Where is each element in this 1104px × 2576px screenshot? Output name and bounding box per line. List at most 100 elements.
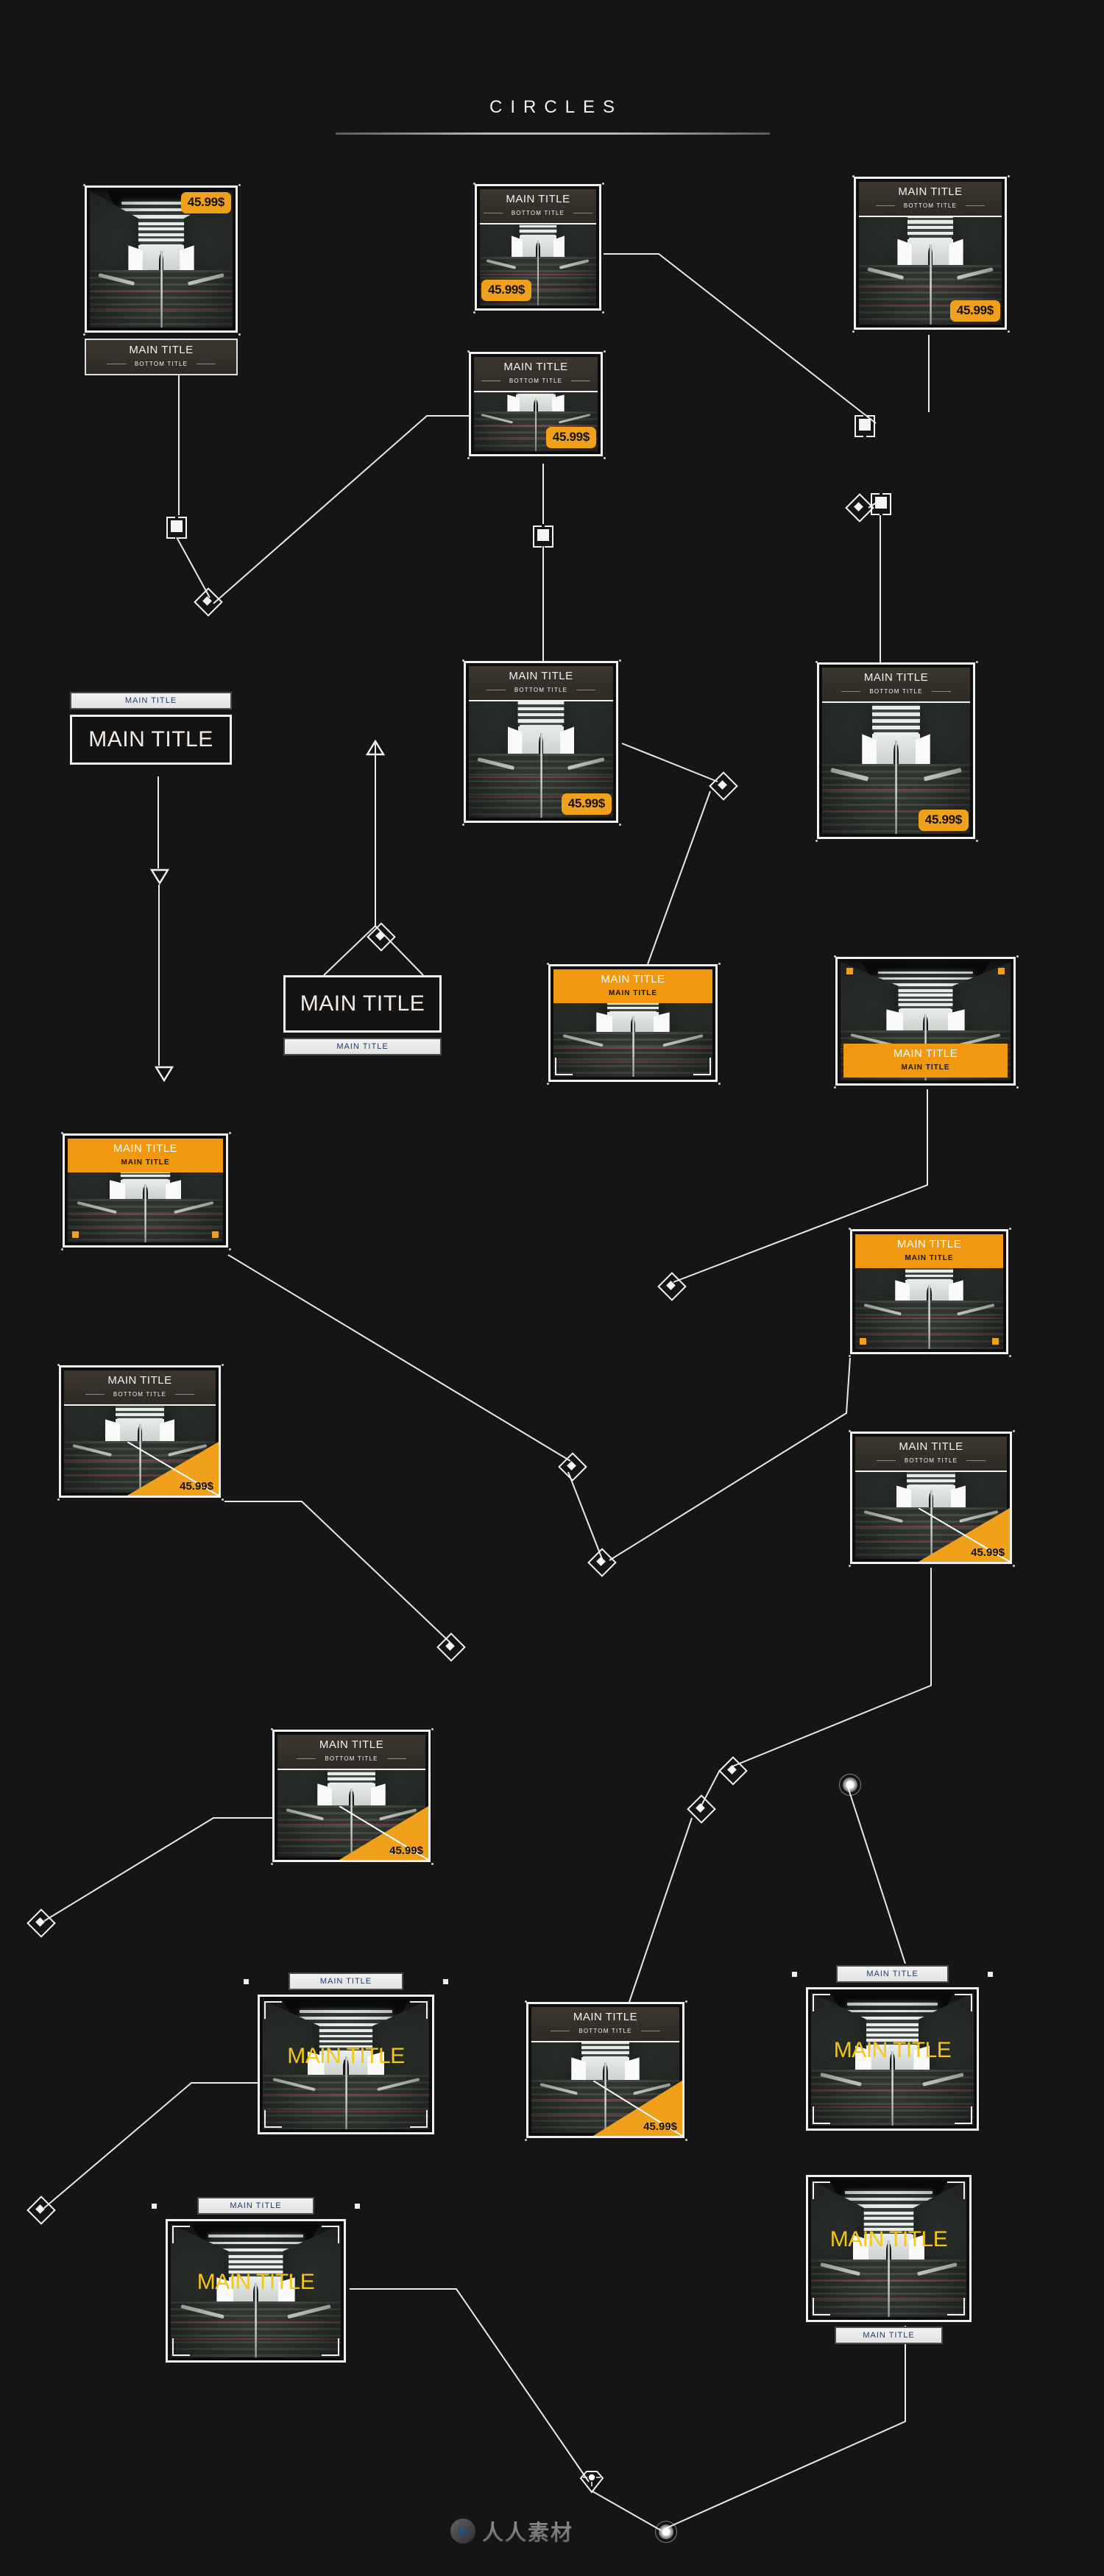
- card-c6[interactable]: MAIN TITLE BOTTOM TITLE 45.99$: [462, 659, 621, 826]
- card-c7[interactable]: MAIN TITLE MAIN TITLE: [70, 692, 232, 765]
- card-title-bar-orange: MAIN TITLE MAIN TITLE: [843, 1044, 1008, 1078]
- card-c12[interactable]: MAIN TITLE MAIN TITLE: [849, 1228, 1011, 1357]
- corner-bracket-icon: [955, 2106, 972, 2124]
- corner-bracket-icon: [264, 2110, 282, 2128]
- connector-node-square-icon[interactable]: [532, 524, 554, 548]
- watermark: M 人人素材: [450, 2516, 573, 2547]
- corner-bracket-icon: [947, 2182, 965, 2199]
- card-title-banner-white: MAIN TITLE: [70, 692, 232, 710]
- card-c14[interactable]: MAIN TITLE BOTTOM TITLE 45.99$: [849, 1430, 1015, 1567]
- connector-node-diamond-icon[interactable]: [709, 771, 738, 801]
- connector-node-square-icon[interactable]: [854, 414, 876, 437]
- corner-bracket-icon: [264, 2001, 282, 2019]
- connector-node-diamond-icon[interactable]: [26, 2195, 56, 2225]
- corner-marker: [212, 1231, 219, 1238]
- connector-node-gem-icon[interactable]: [578, 2469, 606, 2494]
- card-c8[interactable]: MAIN TITLE MAIN TITLE: [283, 975, 442, 1055]
- card-frame: MAIN TITLE MAIN TITLE: [547, 963, 721, 1085]
- card-c16[interactable]: MAIN TITLE MAIN TITLE: [244, 1972, 448, 2134]
- card-bottom-title: BOTTOM TITLE: [85, 1391, 195, 1398]
- price-badge: 45.99$: [918, 810, 969, 831]
- card-main-title: MAIN TITLE: [88, 727, 213, 751]
- connector-node-diamond-icon[interactable]: [26, 1908, 56, 1938]
- corner-marker: [244, 1979, 249, 1984]
- card-c17[interactable]: MAIN TITLE BOTTOM TITLE 45.99$: [525, 2000, 687, 2141]
- card-bottom-title: BOTTOM TITLE: [876, 1457, 986, 1464]
- connector-line: [647, 790, 711, 965]
- card-frame: MAIN TITLE BOTTOM TITLE 45.99$: [462, 659, 621, 826]
- card-main-title: MAIN TITLE: [113, 1142, 178, 1155]
- connector-node-diamond-icon[interactable]: [194, 587, 223, 617]
- card-title-bar: MAIN TITLE BOTTOM TITLE: [480, 189, 596, 224]
- price-diagonal-corner: 45.99$: [339, 1805, 428, 1860]
- card-c18[interactable]: MAIN TITLE MAIN TITLE: [792, 1965, 993, 2131]
- connector-node-tri-down-icon[interactable]: [154, 1066, 174, 1083]
- corner-bracket-icon: [410, 2110, 428, 2128]
- connector-node-tri-up-icon[interactable]: [365, 739, 386, 756]
- card-main-title: MAIN TITLE: [107, 1374, 172, 1387]
- card-frame: MAIN TITLE BOTTOM TITLE 45.99$: [849, 1430, 1015, 1567]
- card-frame: MAIN TITLE BOTTOM TITLE 45.99$: [815, 661, 978, 842]
- watermark-logo-icon: M: [450, 2519, 475, 2544]
- connector-line: [604, 253, 877, 424]
- card-frame: MAIN TITLE BOTTOM TITLE 45.99$: [525, 2000, 687, 2141]
- card-c5[interactable]: MAIN TITLE BOTTOM TITLE 45.99$: [815, 661, 978, 842]
- connector-node-diamond-icon[interactable]: [587, 1548, 617, 1577]
- card-main-title: MAIN TITLE: [509, 670, 573, 682]
- card-sub-title: MAIN TITLE: [121, 1158, 170, 1167]
- card-main-title: MAIN TITLE: [896, 1238, 962, 1250]
- card-c13[interactable]: MAIN TITLE BOTTOM TITLE 45.99$: [57, 1364, 224, 1501]
- card-frame: MAIN TITLE: [244, 1979, 448, 2134]
- card-title-banner-white: MAIN TITLE: [834, 2326, 944, 2344]
- card-main-title-overlay: MAIN TITLE: [197, 2270, 315, 2295]
- corner-bracket-icon: [813, 2298, 830, 2315]
- price-badge: 45.99$: [180, 1480, 213, 1493]
- card-frame: MAIN TITLE BOTTOM TITLE 45.99$: [852, 175, 1010, 333]
- card-c4[interactable]: MAIN TITLE BOTTOM TITLE 45.99$: [467, 350, 606, 459]
- connector-node-diamond-icon[interactable]: [558, 1452, 587, 1482]
- corner-bracket-icon: [693, 1058, 711, 1075]
- price-diagonal-corner: 45.99$: [918, 1507, 1010, 1562]
- card-c9[interactable]: MAIN TITLE MAIN TITLE: [547, 963, 721, 1085]
- card-frame: MAIN TITLE MAIN TITLE: [834, 955, 1019, 1089]
- card-bottom-title: BOTTOM TITLE: [875, 202, 986, 209]
- price-badge: 45.99$: [545, 427, 596, 448]
- connector-line: [567, 1471, 603, 1560]
- connector-node-glow-icon[interactable]: [839, 1774, 861, 1796]
- corner-bracket-icon: [322, 2226, 339, 2243]
- connector-line: [213, 415, 471, 604]
- price-badge: 45.99$: [180, 192, 231, 213]
- connector-node-square-icon[interactable]: [870, 492, 892, 515]
- card-c11[interactable]: MAIN TITLE MAIN TITLE: [61, 1132, 231, 1250]
- corner-marker: [992, 1338, 999, 1345]
- connector-node-square-icon[interactable]: [166, 515, 188, 539]
- price-diagonal-corner: 45.99$: [592, 2080, 682, 2136]
- connector-line: [847, 1786, 906, 1964]
- card-bottom-title: BOTTOM TITLE: [297, 1755, 407, 1762]
- card-c1[interactable]: 45.99$ MAIN TITLE BOTTOM TITLE: [83, 184, 241, 375]
- connector-node-diamond-icon[interactable]: [687, 1794, 716, 1824]
- card-bottom-title: BOTTOM TITLE: [483, 210, 593, 216]
- card-text-box: MAIN TITLE: [283, 975, 442, 1033]
- card-c3[interactable]: MAIN TITLE BOTTOM TITLE 45.99$: [852, 175, 1010, 333]
- card-frame: MAIN TITLE BOTTOM TITLE 45.99$: [271, 1728, 434, 1865]
- connector-node-diamond-icon[interactable]: [718, 1756, 748, 1786]
- corner-marker: [846, 968, 853, 974]
- card-sub-title: MAIN TITLE: [608, 988, 658, 997]
- connector-node-tri-down-icon[interactable]: [149, 868, 170, 885]
- card-c20[interactable]: MAIN TITLE MAIN TITLE: [806, 2175, 972, 2344]
- card-main-title: MAIN TITLE: [899, 1440, 963, 1453]
- card-main-title: MAIN TITLE: [506, 193, 570, 205]
- connector-node-diamond-icon[interactable]: [367, 922, 396, 952]
- corner-marker: [72, 1231, 79, 1238]
- connector-node-diamond-icon[interactable]: [436, 1632, 466, 1662]
- card-main-title: MAIN TITLE: [601, 973, 665, 986]
- connector-node-diamond-icon[interactable]: [657, 1272, 687, 1301]
- connector-node-glow-icon[interactable]: [655, 2521, 677, 2543]
- card-c10[interactable]: MAIN TITLE MAIN TITLE: [834, 955, 1019, 1089]
- connector-node-diamond-icon[interactable]: [845, 493, 874, 523]
- connector-line: [224, 1501, 451, 1643]
- card-c2[interactable]: MAIN TITLE BOTTOM TITLE 45.99$: [473, 183, 604, 314]
- card-c15[interactable]: MAIN TITLE BOTTOM TITLE 45.99$: [271, 1728, 434, 1865]
- card-c19[interactable]: MAIN TITLE MAIN TITLE: [152, 2197, 360, 2363]
